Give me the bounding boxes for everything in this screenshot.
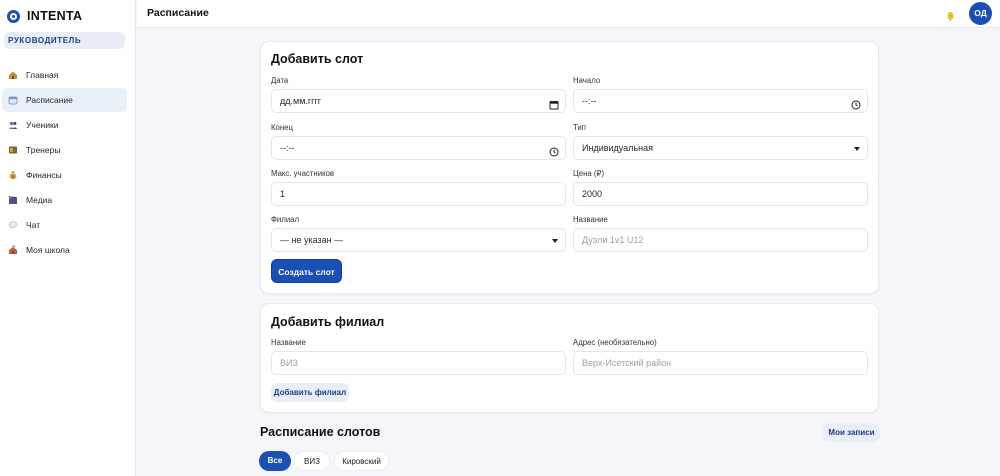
create-slot-button[interactable]: Создать слот [271, 259, 342, 283]
filter-chip-all[interactable]: Все [259, 451, 291, 471]
clock-icon[interactable] [549, 143, 559, 157]
sidebar-item-students[interactable]: Ученики [2, 113, 127, 137]
brand-logo-icon [7, 9, 20, 23]
page-title: Расписание [147, 7, 209, 19]
sidebar: INTENTA РУКОВОДИТЕЛЬ Главная Расписание … [0, 0, 136, 476]
max-participants-input[interactable]: 1 [271, 182, 566, 206]
chevron-down-icon [854, 147, 860, 151]
address-input[interactable]: Верх-Исетский район [573, 351, 868, 375]
topbar: Расписание ОД [137, 0, 1000, 28]
coaches-icon [8, 145, 18, 155]
end-time-input[interactable]: --:-- [271, 136, 566, 160]
type-select[interactable]: Индивидуальная [573, 136, 868, 160]
date-input-value: дд.мм.гггг [280, 96, 322, 106]
bell-icon[interactable] [946, 8, 955, 21]
sidebar-item-label: Ученики [26, 120, 59, 130]
price-label: Цена (₽) [573, 169, 605, 178]
sidebar-item-label: Моя школа [26, 245, 70, 255]
type-label: Тип [573, 123, 586, 132]
start-label: Начало [573, 76, 601, 85]
branch-select[interactable]: — не указан — [271, 228, 566, 252]
sidebar-item-label: Тренеры [26, 145, 61, 155]
branch-name-input[interactable]: ВИЗ [271, 351, 566, 375]
my-bookings-button[interactable]: Мои записи [823, 423, 880, 442]
end-label: Конец [271, 123, 293, 132]
sidebar-item-label: Медиа [26, 195, 53, 205]
start-time-value: --:-- [582, 96, 597, 106]
sidebar-item-schedule[interactable]: Расписание [2, 88, 127, 112]
slot-name-label: Название [573, 215, 608, 224]
date-input[interactable]: дд.мм.гггг [271, 89, 566, 113]
brand-name: INTENTA [27, 9, 83, 23]
sidebar-item-label: Финансы [26, 170, 62, 180]
clock-icon[interactable] [851, 96, 861, 110]
avatar[interactable]: ОД [969, 2, 992, 25]
sidebar-item-my-school[interactable]: Моя школа [2, 238, 127, 262]
students-icon [8, 120, 18, 130]
role-badge: РУКОВОДИТЕЛЬ [4, 32, 125, 49]
branch-select-value: — не указан — [280, 235, 344, 245]
add-branch-title: Добавить филиал [271, 315, 385, 329]
chevron-down-icon [552, 239, 558, 243]
sidebar-item-home[interactable]: Главная [2, 63, 127, 87]
filter-chip-kirovsky[interactable]: Кировский [334, 451, 389, 471]
filter-chip-viz[interactable]: ВИЗ [294, 451, 330, 471]
home-icon [8, 70, 18, 80]
film-icon [8, 195, 18, 205]
add-slot-title: Добавить слот [271, 52, 364, 66]
add-branch-button[interactable]: Добавить филиал [271, 383, 349, 402]
sidebar-item-finance[interactable]: $ Финансы [2, 163, 127, 187]
money-bag-icon: $ [8, 170, 18, 180]
branch-name-label: Название [271, 338, 306, 347]
brand[interactable]: INTENTA [0, 0, 135, 32]
sidebar-item-label: Главная [26, 70, 59, 80]
sidebar-nav: Главная Расписание Ученики Тренеры $ Фин… [0, 63, 135, 262]
school-icon [8, 245, 18, 255]
add-branch-card: Добавить филиал Название ВИЗ Адрес (необ… [260, 303, 879, 413]
sidebar-item-label: Чат [26, 220, 41, 230]
branch-label: Филиал [271, 215, 300, 224]
chat-bubble-icon [8, 220, 18, 230]
sidebar-item-label: Расписание [26, 95, 73, 105]
price-input[interactable]: 2000 [573, 182, 868, 206]
start-time-input[interactable]: --:-- [573, 89, 868, 113]
address-label: Адрес (необязательно) [573, 338, 657, 347]
sidebar-item-chat[interactable]: Чат [2, 213, 127, 237]
end-time-value: --:-- [280, 143, 295, 153]
svg-text:$: $ [12, 174, 15, 179]
sidebar-item-coaches[interactable]: Тренеры [2, 138, 127, 162]
add-slot-card: Добавить слот Дата дд.мм.гггг Начало --:… [260, 41, 879, 294]
schedule-section-title: Расписание слотов [260, 425, 381, 439]
type-select-value: Индивидуальная [582, 143, 653, 153]
max-participants-label: Макс. участников [271, 169, 335, 178]
date-label: Дата [271, 76, 289, 85]
calendar-picker-icon[interactable] [549, 96, 559, 110]
calendar-icon [8, 95, 18, 105]
slot-name-input[interactable]: Дуэли 1v1 U12 [573, 228, 868, 252]
sidebar-item-media[interactable]: Медиа [2, 188, 127, 212]
